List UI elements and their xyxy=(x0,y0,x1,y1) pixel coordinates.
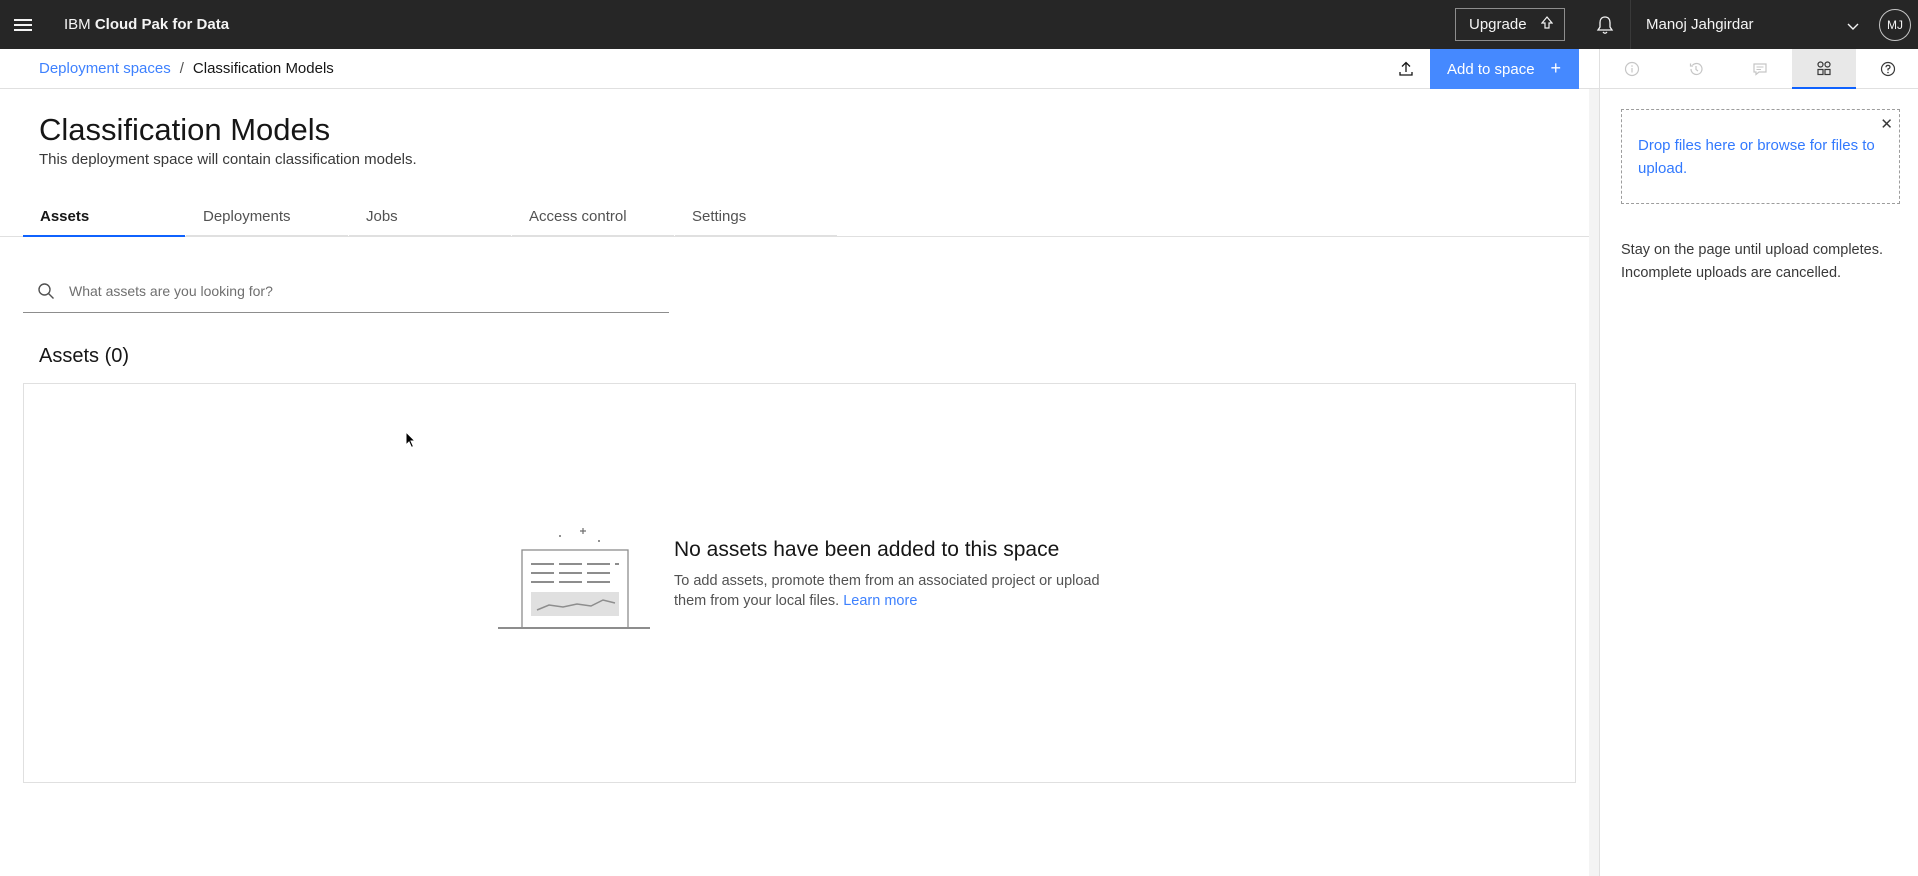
upload-note: Stay on the page until upload completes.… xyxy=(1621,242,1883,281)
notification-icon[interactable] xyxy=(1582,0,1628,49)
tab-assets[interactable]: Assets xyxy=(23,203,185,237)
file-dropzone[interactable]: Drop files here or browse for files to u… xyxy=(1621,109,1900,204)
search-input[interactable] xyxy=(69,283,649,299)
asset-search xyxy=(23,270,669,313)
arrow-up-icon xyxy=(1540,15,1553,34)
history-icon[interactable] xyxy=(1664,49,1728,89)
plus-icon: + xyxy=(1550,58,1561,78)
side-panel-toolbar xyxy=(1599,49,1918,89)
upgrade-label: Upgrade xyxy=(1469,16,1527,33)
add-to-space-button[interactable]: Add to space + xyxy=(1430,49,1579,89)
upgrade-button[interactable]: Upgrade xyxy=(1455,8,1565,41)
brand-prefix: IBM xyxy=(64,16,91,33)
breadcrumb-separator: / xyxy=(179,60,184,77)
top-header: IBM Cloud Pak for Data Upgrade Manoj Jah… xyxy=(0,0,1918,49)
product-name[interactable]: IBM Cloud Pak for Data xyxy=(64,0,229,49)
scrollbar[interactable] xyxy=(1589,89,1599,876)
comment-icon[interactable] xyxy=(1728,49,1792,89)
breadcrumb: Deployment spaces / Classification Models xyxy=(39,49,334,89)
learn-more-link[interactable]: Learn more xyxy=(843,593,917,609)
menu-icon[interactable] xyxy=(0,0,46,49)
mouse-cursor-icon xyxy=(405,430,417,454)
breadcrumb-deployment-spaces[interactable]: Deployment spaces xyxy=(39,60,171,77)
empty-state-title: No assets have been added to this space xyxy=(674,538,1060,561)
sub-header: Deployment spaces / Classification Models … xyxy=(0,49,1599,89)
upload-icon[interactable] xyxy=(1386,49,1426,89)
empty-state-illustration-icon xyxy=(497,520,651,639)
tab-list: Assets Deployments Jobs Access control S… xyxy=(23,203,838,237)
data-upload-icon[interactable] xyxy=(1792,49,1856,89)
tab-settings[interactable]: Settings xyxy=(675,203,837,237)
add-to-space-label: Add to space xyxy=(1447,60,1535,78)
page-title: Classification Models xyxy=(39,112,331,147)
tab-access-control[interactable]: Access control xyxy=(512,203,674,237)
user-name: Manoj Jahgirdar xyxy=(1646,16,1754,33)
assets-container: No assets have been added to this space … xyxy=(23,383,1576,783)
upload-side-panel: Drop files here or browse for files to u… xyxy=(1599,89,1918,876)
empty-state-text: To add assets, promote them from an asso… xyxy=(674,571,1114,611)
brand-name: Cloud Pak for Data xyxy=(94,16,230,33)
avatar[interactable]: MJ xyxy=(1879,9,1911,41)
tab-jobs[interactable]: Jobs xyxy=(349,203,511,237)
page-description: This deployment space will contain class… xyxy=(39,151,417,168)
breadcrumb-current: Classification Models xyxy=(192,60,334,77)
search-icon xyxy=(23,282,69,300)
close-icon[interactable]: ✕ xyxy=(1880,113,1893,136)
dropzone-text: Drop files here or browse for files to u… xyxy=(1638,137,1875,177)
info-icon[interactable] xyxy=(1600,49,1664,89)
chevron-down-icon xyxy=(1847,18,1859,35)
assets-heading: Assets (0) xyxy=(39,345,130,367)
help-icon[interactable] xyxy=(1856,49,1918,89)
tab-deployments[interactable]: Deployments xyxy=(186,203,348,237)
account-switcher[interactable]: Manoj Jahgirdar xyxy=(1630,0,1873,49)
